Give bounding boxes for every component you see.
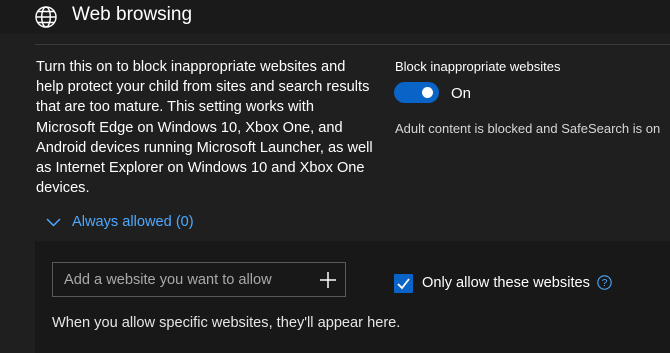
section-header: Web browsing	[0, 0, 670, 34]
divider	[35, 44, 670, 45]
help-icon[interactable]: ?	[597, 275, 612, 290]
checkmark-icon	[397, 278, 410, 290]
always-allowed-panel	[35, 241, 670, 353]
add-website-field	[52, 262, 346, 297]
svg-text:?: ?	[602, 278, 608, 289]
section-description: Turn this on to block inappropriate webs…	[36, 59, 373, 197]
plus-icon[interactable]	[319, 271, 337, 289]
block-setting-label: Block inappropriate websites	[395, 59, 561, 74]
globe-icon	[35, 6, 57, 28]
toggle-knob	[422, 87, 433, 98]
empty-allowed-note: When you allow specific websites, they'l…	[52, 315, 401, 331]
add-website-input[interactable]	[53, 263, 314, 296]
block-websites-toggle[interactable]	[394, 82, 439, 103]
only-allow-checkbox[interactable]	[394, 274, 413, 293]
always-allowed-label: Always allowed (0)	[72, 214, 194, 230]
always-allowed-expander[interactable]: Always allowed (0)	[46, 212, 194, 232]
section-title: Web browsing	[72, 4, 193, 25]
toggle-state-label: On	[451, 85, 472, 102]
only-allow-label: Only allow these websites	[422, 275, 590, 291]
block-status-text: Adult content is blocked and SafeSearch …	[395, 121, 661, 136]
chevron-down-icon	[46, 217, 61, 227]
